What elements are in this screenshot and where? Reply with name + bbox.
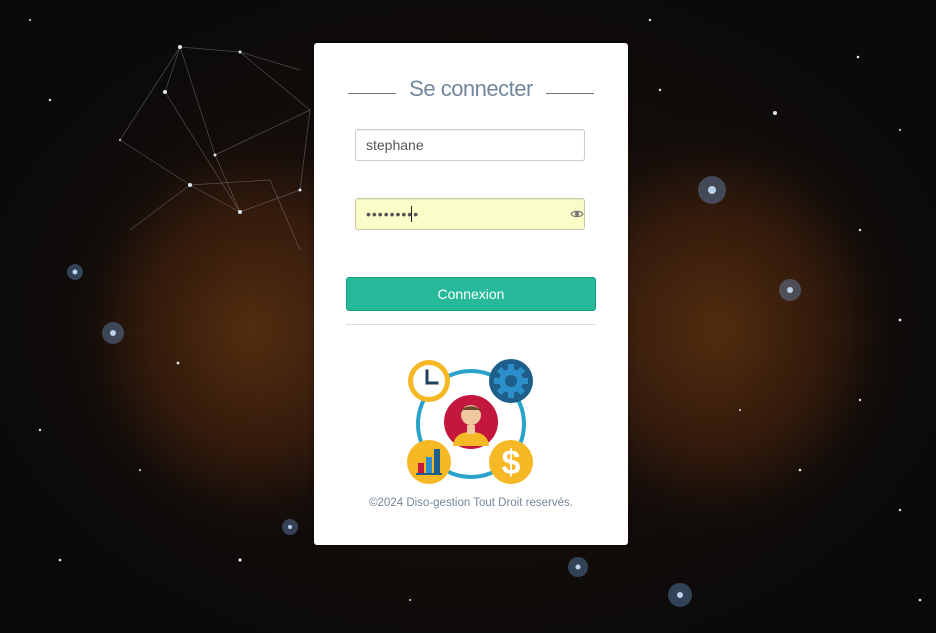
constellation-lines [119, 46, 311, 251]
password-input[interactable] [355, 198, 585, 230]
login-title: Se connecter [409, 76, 533, 101]
business-management-logo: $ [407, 359, 533, 484]
text-cursor [411, 206, 412, 222]
username-input[interactable] [355, 129, 585, 161]
title-divider-right [546, 93, 594, 94]
clock-icon [408, 360, 450, 402]
bar-chart-icon [407, 440, 451, 484]
dollar-icon: $ [489, 440, 533, 484]
login-card: Se connecter Connexion [314, 43, 628, 545]
connexion-button[interactable]: Connexion [346, 277, 596, 311]
user-icon [444, 395, 498, 449]
copyright-footer: ©2024 Diso-gestion Tout Droit reservés. [369, 497, 573, 509]
svg-text:$: $ [502, 444, 521, 482]
eye-icon[interactable] [570, 207, 584, 221]
gear-icon [489, 359, 533, 403]
separator [346, 324, 596, 325]
